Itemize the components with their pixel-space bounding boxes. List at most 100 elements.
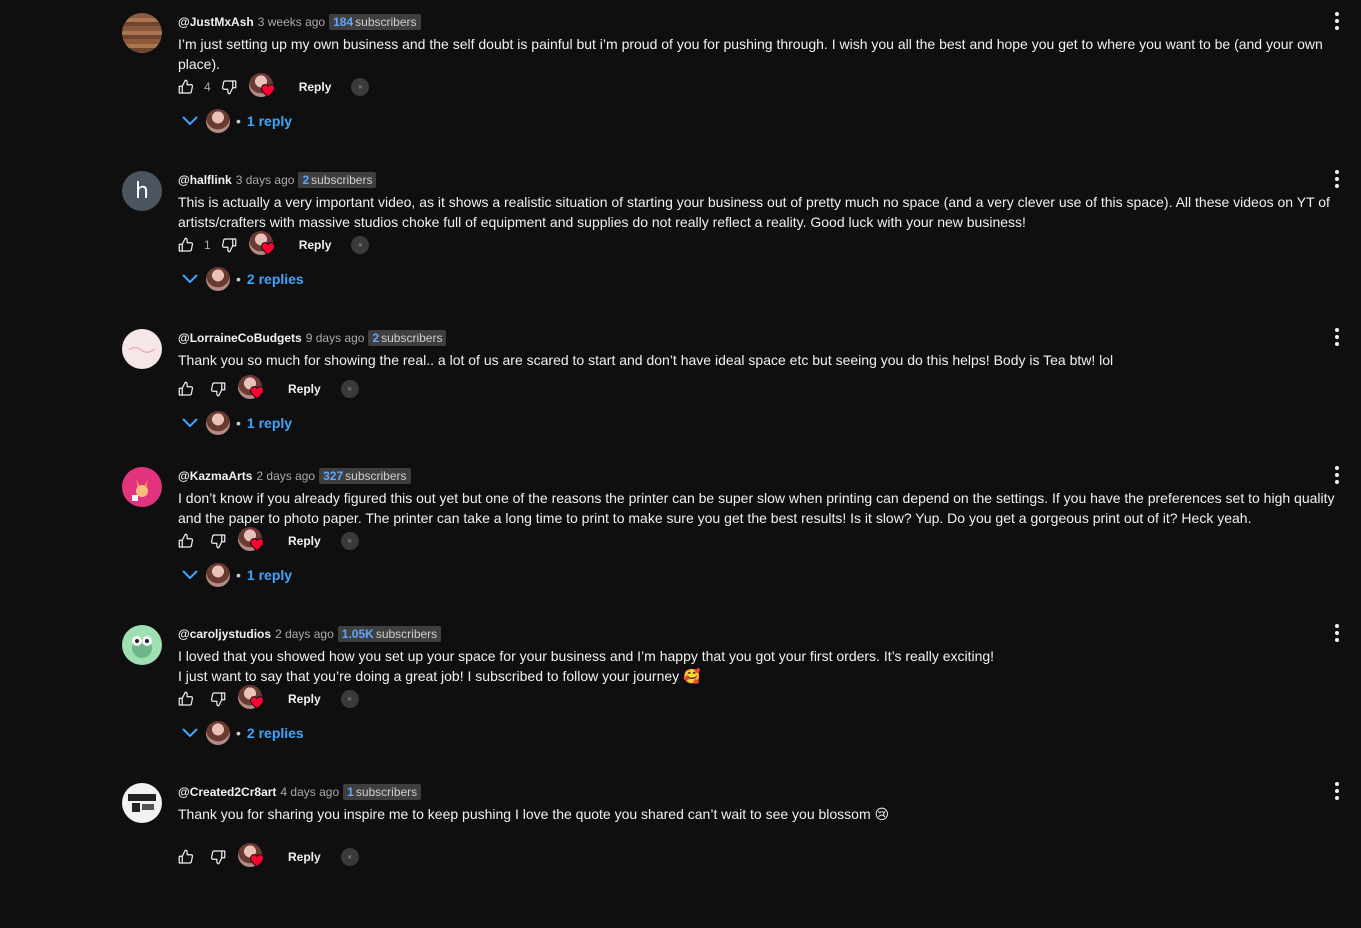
comment-header: @JustMxAsh 3 weeks ago 184 subscribers <box>178 13 421 31</box>
dislike-icon[interactable] <box>206 845 230 869</box>
comment-actions: Reply ✕ <box>174 526 359 556</box>
comments-section: @JustMxAsh 3 weeks ago 184 subscribers I’m j… <box>0 0 1361 868</box>
subscriber-count: 1 <box>347 785 354 799</box>
translate-icon[interactable]: ✕ <box>351 78 370 96</box>
translate-icon[interactable]: ✕ <box>340 848 359 866</box>
reply-button[interactable]: Reply <box>288 534 321 548</box>
comment-thread: @Created2Cr8art 4 days ago 1 subscribers Tha… <box>0 770 1361 928</box>
like-icon[interactable] <box>174 75 198 99</box>
subscriber-label: subscribers <box>355 15 417 29</box>
more-actions-icon[interactable] <box>1328 621 1346 645</box>
chevron-down-icon <box>178 563 202 587</box>
comment-header: @halflink 3 days ago 2 subscribers <box>178 171 377 189</box>
replies-count: 2 replies <box>246 725 304 741</box>
comment-thread: @JustMxAsh 3 weeks ago 184 subscribers I’m j… <box>0 0 1361 158</box>
avatar[interactable]: h <box>122 171 162 211</box>
reply-button[interactable]: Reply <box>299 238 332 252</box>
creator-avatar <box>206 411 230 435</box>
replies-count: 1 reply <box>246 113 293 129</box>
more-actions-icon[interactable] <box>1328 463 1346 487</box>
view-replies-button[interactable]: • 2 replies <box>178 262 304 296</box>
comment-actions: 1 Reply ✕ <box>174 230 370 260</box>
reply-button[interactable]: Reply <box>288 850 321 864</box>
replies-count: 2 replies <box>246 271 304 287</box>
heart-icon <box>249 854 265 872</box>
avatar[interactable] <box>122 467 162 507</box>
avatar[interactable] <box>122 329 162 369</box>
view-replies-button[interactable]: • 1 reply <box>178 104 292 138</box>
dislike-icon[interactable] <box>217 233 241 257</box>
subscriber-badge: 2 subscribers <box>368 330 447 346</box>
dislike-icon[interactable] <box>206 529 230 553</box>
creator-heart <box>248 231 277 260</box>
comment-text: I don’t know if you already figured this… <box>178 490 1335 526</box>
chevron-down-icon <box>178 267 202 291</box>
like-icon[interactable] <box>174 529 198 553</box>
comment-time[interactable]: 3 days ago <box>236 173 295 187</box>
author-name[interactable]: @Created2Cr8art <box>178 785 276 799</box>
like-icon[interactable] <box>174 377 198 401</box>
view-replies-button[interactable]: • 1 reply <box>178 406 292 440</box>
heart-icon <box>260 242 275 260</box>
comment-time[interactable]: 9 days ago <box>306 331 365 345</box>
reply-button[interactable]: Reply <box>288 692 321 706</box>
comment-header: @caroljystudios 2 days ago 1.05K subscriber… <box>178 625 442 643</box>
subscriber-label: subscribers <box>311 173 373 187</box>
like-icon[interactable] <box>174 233 198 257</box>
like-count: 4 <box>204 80 211 94</box>
author-name[interactable]: @caroljystudios <box>178 627 271 641</box>
reply-button[interactable]: Reply <box>299 80 332 94</box>
comment-text: I’m just setting up my own business and … <box>178 36 1323 72</box>
like-icon[interactable] <box>174 687 198 711</box>
replies-count: 1 reply <box>246 415 293 431</box>
heart-icon <box>249 696 265 714</box>
more-actions-icon[interactable] <box>1328 779 1346 803</box>
comment-actions: Reply ✕ <box>174 374 359 404</box>
avatar[interactable] <box>122 625 162 665</box>
comment-text: This is actually a very important video,… <box>178 194 1330 230</box>
subscriber-label: subscribers <box>375 627 438 641</box>
subscriber-label: subscribers <box>345 469 407 483</box>
more-actions-icon[interactable] <box>1328 9 1346 33</box>
comment-time[interactable]: 2 days ago <box>275 627 334 641</box>
comment-time[interactable]: 2 days ago <box>256 469 315 483</box>
chevron-down-icon <box>178 109 202 133</box>
dislike-icon[interactable] <box>206 377 230 401</box>
subscriber-badge: 184 subscribers <box>329 14 421 30</box>
translate-icon[interactable]: ✕ <box>351 236 370 254</box>
avatar[interactable] <box>122 783 162 823</box>
comment-time[interactable]: 4 days ago <box>280 785 339 799</box>
view-replies-button[interactable]: • 2 replies <box>178 716 304 750</box>
comment-time[interactable]: 3 weeks ago <box>258 15 325 29</box>
view-replies-button[interactable]: • 1 reply <box>178 558 292 592</box>
comment-text: Thank you for sharing you inspire me to … <box>178 806 890 822</box>
dislike-icon[interactable] <box>217 75 241 99</box>
creator-avatar <box>206 563 230 587</box>
like-count: 1 <box>204 238 211 252</box>
subscriber-count: 184 <box>333 15 354 29</box>
creator-heart <box>248 73 277 101</box>
creator-heart <box>238 527 266 555</box>
subscriber-count: 327 <box>323 469 344 483</box>
translate-icon[interactable]: ✕ <box>340 690 359 708</box>
comment-header: @LorraineCoBudgets 9 days ago 2 subscribers <box>178 329 447 347</box>
subscriber-badge: 1.05K subscribers <box>337 626 442 642</box>
like-icon[interactable] <box>174 845 198 869</box>
author-name[interactable]: @halflink <box>178 173 232 187</box>
comment-text: I loved that you showed how you set up y… <box>178 648 995 684</box>
reply-button[interactable]: Reply <box>288 382 321 396</box>
chevron-down-icon <box>178 721 202 745</box>
more-actions-icon[interactable] <box>1328 325 1346 349</box>
dislike-icon[interactable] <box>206 687 230 711</box>
translate-icon[interactable]: ✕ <box>340 380 359 398</box>
comment-thread: h @halflink 3 days ago 2 subscribers This is … <box>0 158 1361 316</box>
avatar[interactable] <box>122 13 162 53</box>
more-actions-icon[interactable] <box>1328 167 1346 191</box>
creator-avatar <box>206 267 230 291</box>
translate-icon[interactable]: ✕ <box>340 532 359 550</box>
subscriber-label: subscribers <box>381 331 443 345</box>
subscriber-count: 2 <box>302 173 310 187</box>
author-name[interactable]: @KazmaArts <box>178 469 252 483</box>
author-name[interactable]: @JustMxAsh <box>178 15 254 29</box>
author-name[interactable]: @LorraineCoBudgets <box>178 331 302 345</box>
